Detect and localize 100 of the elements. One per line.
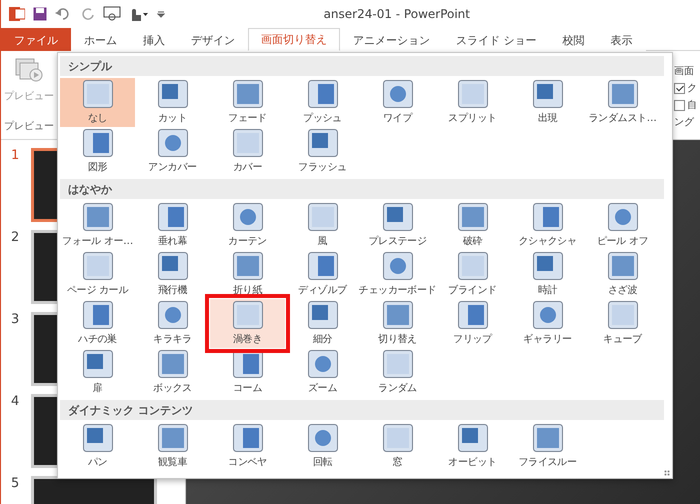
transition-icon [232, 350, 262, 378]
transition-option[interactable]: ブラインド [435, 250, 510, 299]
transition-icon [458, 301, 488, 329]
slide-number: 3 [11, 312, 20, 327]
transition-option[interactable]: 時計 [510, 250, 585, 299]
section-header: シンプル [60, 56, 664, 76]
transition-option[interactable]: フライスルー [510, 422, 585, 471]
transition-icon [382, 424, 412, 452]
transition-option[interactable]: 観覧車 [135, 422, 210, 471]
transition-icon [82, 129, 112, 157]
resize-grip-icon[interactable] [664, 470, 670, 476]
transition-option[interactable]: アンカバー [135, 127, 210, 176]
transition-icon [232, 301, 262, 329]
option-label: 風 [318, 235, 328, 248]
transition-icon [232, 80, 262, 108]
transition-icon [158, 424, 188, 452]
transition-option[interactable]: ディゾルブ [285, 250, 360, 299]
option-label: 扉 [92, 382, 102, 395]
option-label: アンカバー [148, 161, 197, 174]
transition-icon [232, 203, 262, 231]
transition-option[interactable]: コーム [210, 348, 285, 397]
transition-option[interactable]: 風 [285, 201, 360, 250]
option-label: フェード [228, 112, 267, 125]
transition-icon [532, 301, 562, 329]
checkbox[interactable] [674, 83, 685, 94]
transition-option[interactable]: 窓 [360, 422, 435, 471]
transition-icon [532, 80, 562, 108]
presentation-icon[interactable] [103, 6, 121, 22]
transition-option[interactable]: 出現 [510, 78, 585, 127]
option-label: コーム [232, 382, 262, 395]
transition-option[interactable]: スプリット [435, 78, 510, 127]
transition-option[interactable]: キラキラ [135, 299, 210, 348]
transition-option[interactable]: ギャラリー [510, 299, 585, 348]
group-label: ング [674, 116, 695, 129]
transition-option[interactable]: フラッシュ [285, 127, 360, 176]
section-header: ダイナミック コンテンツ [60, 400, 664, 420]
transition-option[interactable]: 回転 [285, 422, 360, 471]
transition-option[interactable]: ハチの巣 [60, 299, 135, 348]
transition-icon [308, 350, 338, 378]
transition-option[interactable]: 渦巻き [210, 299, 285, 348]
option-label: 回転 [312, 456, 332, 469]
option-label: カット [158, 112, 188, 125]
option-label: ボックス [153, 382, 192, 395]
option-label: 渦巻き [232, 333, 262, 346]
transition-option[interactable]: プッシュ [285, 78, 360, 127]
transition-option[interactable]: ワイプ [360, 78, 435, 127]
transition-option[interactable]: パン [60, 422, 135, 471]
transition-option[interactable]: ページ カール [60, 250, 135, 299]
transition-icon [382, 80, 412, 108]
transition-icon [158, 252, 188, 280]
transition-option[interactable]: フォール オー… [60, 201, 135, 250]
transition-icon [232, 129, 262, 157]
option-label: 飛行機 [158, 284, 188, 297]
transition-option[interactable]: 垂れ幕 [135, 201, 210, 250]
transition-option[interactable]: ランダム [360, 348, 435, 397]
transition-option[interactable]: 飛行機 [135, 250, 210, 299]
checkbox[interactable] [674, 100, 685, 111]
file-tab[interactable]: ファイル [1, 28, 71, 51]
option-label: さざ波 [608, 284, 638, 297]
transition-option[interactable]: なし [60, 78, 135, 127]
customize-dropdown-icon[interactable] [157, 10, 165, 18]
transition-option[interactable]: ピール オフ [585, 201, 660, 250]
transition-icon [158, 129, 188, 157]
transition-option[interactable]: カット [135, 78, 210, 127]
transition-option[interactable]: ズーム [285, 348, 360, 397]
transition-option[interactable]: チェッカーボード [360, 250, 435, 299]
ribbon-tab[interactable]: 画面切り替え [248, 28, 340, 51]
transition-option[interactable]: ボックス [135, 348, 210, 397]
option-label: 図形 [88, 161, 108, 174]
transition-option[interactable]: プレステージ [360, 201, 435, 250]
save-icon[interactable] [33, 6, 47, 20]
transition-option[interactable]: キューブ [585, 299, 660, 348]
transition-icon [608, 80, 638, 108]
option-label: ワイプ [382, 112, 412, 125]
transition-icon [82, 203, 112, 231]
transition-option[interactable]: 切り替え [360, 299, 435, 348]
transition-option[interactable]: ランダムスト… [585, 78, 660, 127]
ribbon-label: 画面 [674, 65, 695, 78]
slide-number: 4 [11, 394, 20, 409]
transition-option[interactable]: 図形 [60, 127, 135, 176]
transition-option[interactable]: カーテン [210, 201, 285, 250]
transition-option[interactable]: フリップ [435, 299, 510, 348]
transition-option[interactable]: 細分 [285, 299, 360, 348]
option-label: カーテン [228, 235, 267, 248]
app-logo-icon [9, 6, 25, 22]
transition-option[interactable]: さざ波 [585, 250, 660, 299]
transition-option[interactable]: 折り紙 [210, 250, 285, 299]
transition-option[interactable]: カバー [210, 127, 285, 176]
transition-option[interactable]: クシャクシャ [510, 201, 585, 250]
option-label: フライスルー [518, 456, 577, 469]
transition-option[interactable]: 破砕 [435, 201, 510, 250]
transition-icon [158, 350, 188, 378]
transition-option[interactable]: フェード [210, 78, 285, 127]
transition-option[interactable]: オービット [435, 422, 510, 471]
checkbox-label: ク [687, 82, 697, 95]
transition-icon [82, 301, 112, 329]
checkbox-label: 自 [687, 99, 697, 112]
transition-option[interactable]: 扉 [60, 348, 135, 397]
section-header: はなやか [60, 179, 664, 199]
transition-option[interactable]: コンベヤ [210, 422, 285, 471]
